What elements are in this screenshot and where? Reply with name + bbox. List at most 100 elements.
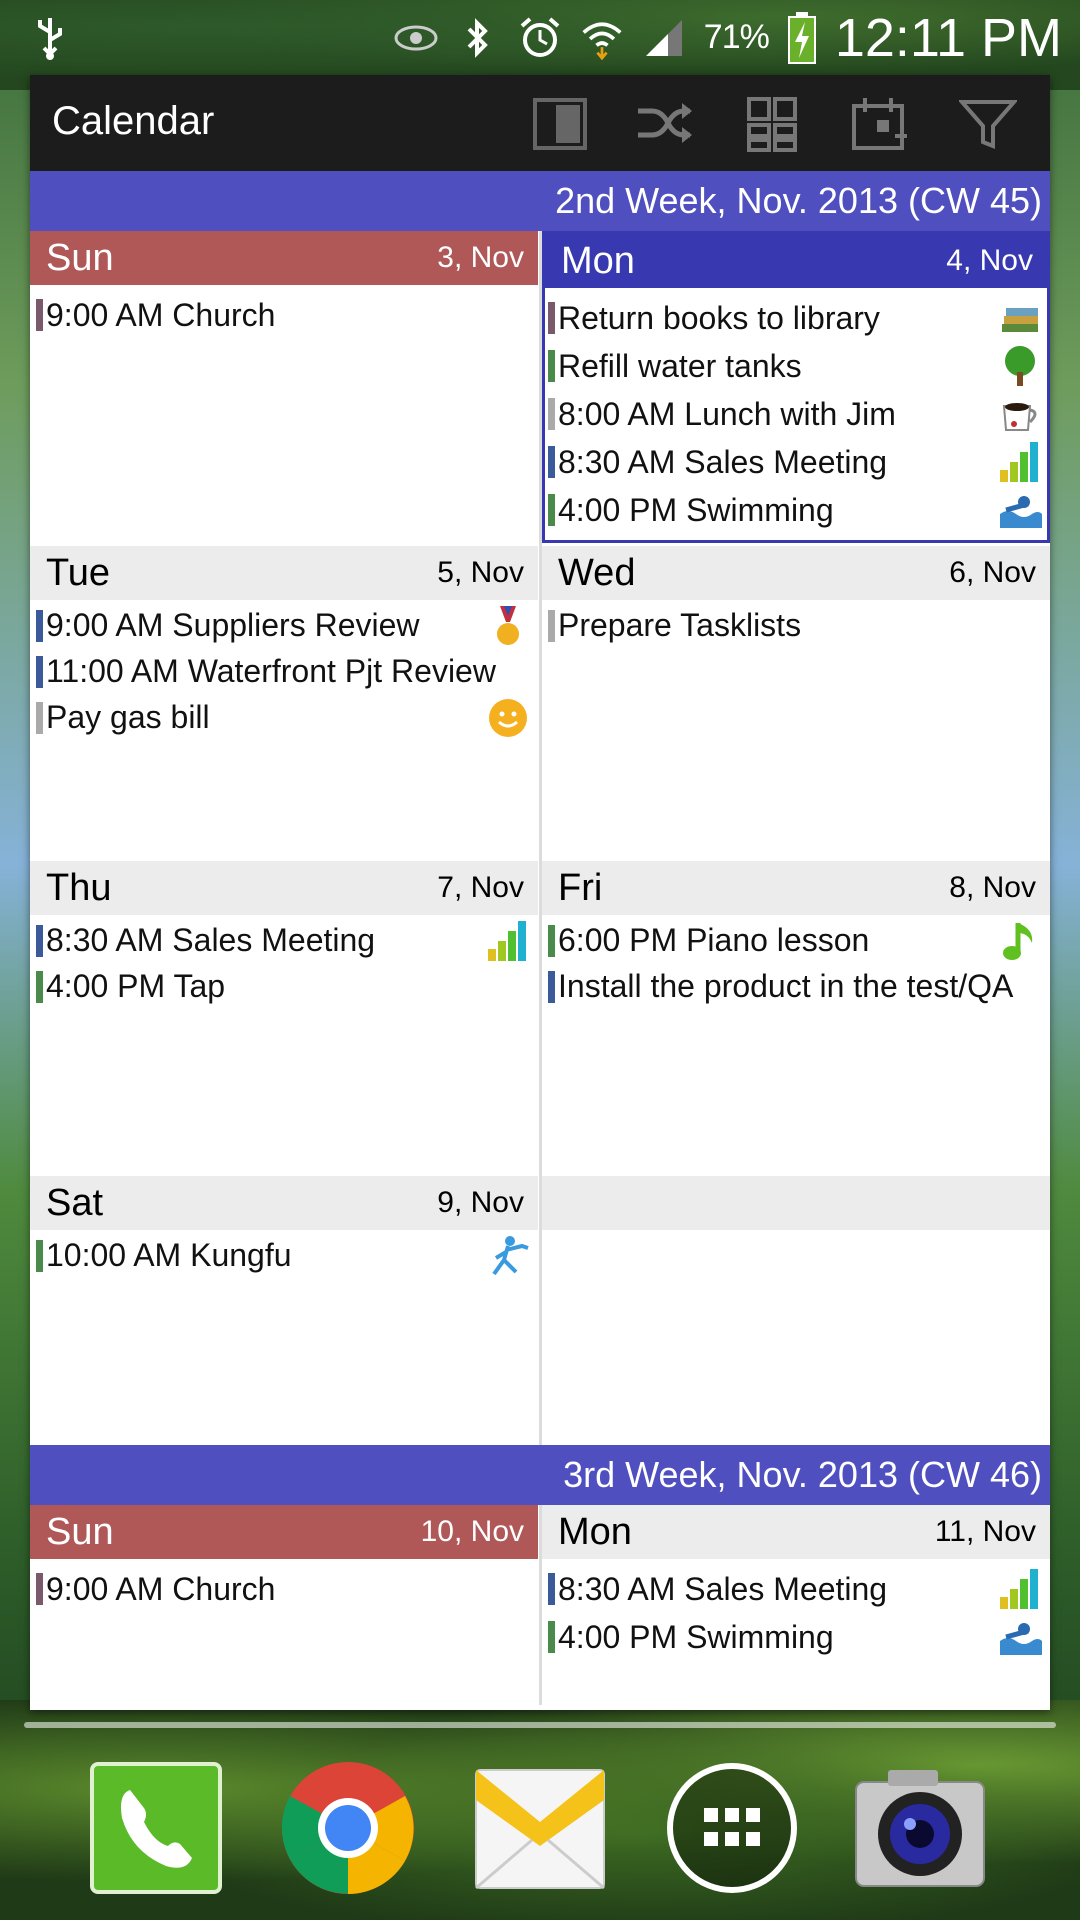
category-bar [36, 702, 43, 734]
event-item[interactable]: 10:00 AM Kungfu [30, 1232, 538, 1278]
smiley-icon [489, 699, 527, 737]
event-text: Refill water tanks [558, 347, 802, 384]
day-date: 3, Nov [437, 241, 524, 274]
event-item[interactable]: 6:00 PM Piano lesson [542, 917, 1050, 963]
event-item[interactable]: Prepare Tasklists [542, 602, 1050, 648]
event-text: Install the product in the test/QA [558, 967, 1014, 1004]
event-text: 9:00 AM Church [46, 1570, 276, 1607]
music-note-icon [1003, 923, 1033, 960]
event-item[interactable]: Install the product in the test/QA [542, 963, 1050, 1009]
day-name: Sun [46, 236, 114, 279]
day-date: 8, Nov [949, 871, 1036, 904]
event-item[interactable]: 4:00 PM Swimming [542, 1613, 1050, 1661]
category-bar [548, 446, 555, 478]
alarm-icon [518, 16, 562, 60]
category-bar [36, 971, 43, 1003]
day-header: Sun 3, Nov [30, 231, 538, 285]
day-header: Fri 8, Nov [542, 861, 1050, 915]
shuffle-icon[interactable] [635, 95, 695, 153]
event-text: 10:00 AM Kungfu [46, 1236, 292, 1273]
event-text: 4:00 PM Swimming [558, 491, 834, 528]
tree-icon [1005, 346, 1035, 386]
view-mode-icon[interactable] [530, 95, 590, 153]
day-sun-3-nov[interactable]: Sun 3, Nov 9:00 AM Church [30, 231, 538, 543]
day-sat-9-nov[interactable]: Sat 9, Nov 10:00 AM Kungfu [30, 1176, 538, 1445]
category-bar [36, 1573, 43, 1605]
widget-toolbar: Calendar [30, 75, 1050, 171]
category-bar [36, 610, 43, 642]
day-name: Thu [46, 866, 112, 909]
day-date: 5, Nov [437, 556, 524, 589]
day-name: Sun [46, 1510, 114, 1553]
day-date: 11, Nov [934, 1515, 1036, 1548]
day-sun-10-nov[interactable]: Sun 10, Nov 9:00 AM Church [30, 1505, 538, 1710]
day-wed-6-nov[interactable]: Wed 6, Nov Prepare Tasklists [542, 546, 1050, 858]
wifi-icon [580, 16, 624, 60]
week-header-cw46: 3rd Week, Nov. 2013 (CW 46) [30, 1445, 1050, 1505]
event-item[interactable]: 11:00 AM Waterfront Pjt Review [30, 648, 538, 694]
day-name: Wed [558, 551, 636, 594]
category-bar [548, 494, 555, 526]
event-item[interactable]: 9:00 AM Suppliers Review [30, 602, 538, 648]
day-thu-7-nov[interactable]: Thu 7, Nov 8:30 AM Sales Meeting 4:00 PM… [30, 861, 538, 1173]
apps-icon[interactable] [664, 1760, 800, 1896]
battery-charging-icon [787, 11, 817, 64]
bar-chart-icon [1000, 442, 1038, 482]
event-text: 6:00 PM Piano lesson [558, 921, 870, 958]
chrome-icon[interactable] [280, 1760, 416, 1896]
widget-title[interactable]: Calendar [52, 99, 214, 144]
category-bar [548, 1621, 555, 1653]
event-item[interactable]: 8:30 AM Sales Meeting [542, 1565, 1050, 1613]
category-bar [548, 1573, 555, 1605]
bluetooth-icon [456, 16, 500, 60]
event-text: Pay gas bill [46, 698, 210, 735]
day-name: Fri [558, 866, 603, 909]
day-header: Wed 6, Nov [542, 546, 1050, 600]
day-header: Mon 11, Nov [542, 1505, 1050, 1559]
event-text: Return books to library [558, 299, 880, 336]
event-item[interactable]: 8:30 AM Sales Meeting [30, 917, 538, 963]
day-header: Sat 9, Nov [30, 1176, 538, 1230]
dock-divider [24, 1722, 1056, 1728]
email-icon[interactable] [472, 1760, 608, 1896]
calendar-today-icon[interactable] [850, 95, 910, 153]
event-item[interactable]: 9:00 AM Church [30, 291, 538, 339]
battery-percent: 71% [703, 18, 770, 56]
category-bar [36, 299, 43, 331]
day-name: Mon [558, 1510, 632, 1553]
clock: 12:11 PM [834, 7, 1062, 68]
event-item[interactable]: Pay gas bill [30, 694, 538, 740]
phone-icon[interactable] [88, 1760, 224, 1896]
event-item[interactable]: Refill water tanks [542, 342, 1050, 390]
event-item[interactable]: Return books to library [542, 294, 1050, 342]
day-header: Thu 7, Nov [30, 861, 538, 915]
books-icon [1002, 308, 1038, 332]
event-item[interactable]: 8:30 AM Sales Meeting [542, 438, 1050, 486]
event-text: 8:00 AM Lunch with Jim [558, 395, 896, 432]
event-item[interactable]: 9:00 AM Church [30, 1565, 538, 1613]
day-mon-11-nov[interactable]: Mon 11, Nov 8:30 AM Sales Meeting 4:00 P… [542, 1505, 1050, 1710]
day-header [542, 1176, 1050, 1230]
category-bar [548, 610, 555, 642]
camera-icon[interactable] [852, 1760, 988, 1896]
event-text: 11:00 AM Waterfront Pjt Review [46, 652, 496, 689]
category-bar [548, 398, 555, 430]
event-item[interactable]: 4:00 PM Swimming [542, 486, 1050, 534]
week-header-cw45: 2nd Week, Nov. 2013 (CW 45) [30, 171, 1050, 231]
grid-icon[interactable] [742, 95, 802, 153]
coffee-cup-icon [1002, 403, 1037, 431]
calendar-widget[interactable]: Calendar 2nd Week, Nov. 2013 (CW 45) Sun… [30, 75, 1050, 1710]
event-text: 9:00 AM Church [46, 296, 276, 333]
category-bar [548, 350, 555, 382]
day-tue-5-nov[interactable]: Tue 5, Nov 9:00 AM Suppliers Review 11:0… [30, 546, 538, 858]
event-item[interactable]: 8:00 AM Lunch with Jim [542, 390, 1050, 438]
day-mon-4-nov[interactable]: Mon 4, Nov Return books to library Refil… [542, 231, 1050, 543]
filter-icon[interactable] [958, 95, 1018, 153]
kungfu-icon [492, 1236, 529, 1276]
day-date: 7, Nov [437, 871, 524, 904]
event-text: 8:30 AM Sales Meeting [558, 1570, 888, 1607]
event-item[interactable]: 4:00 PM Tap [30, 963, 538, 1009]
category-bar [36, 656, 43, 688]
day-date: 6, Nov [949, 556, 1036, 589]
day-fri-8-nov[interactable]: Fri 8, Nov 6:00 PM Piano lesson Install … [542, 861, 1050, 1173]
